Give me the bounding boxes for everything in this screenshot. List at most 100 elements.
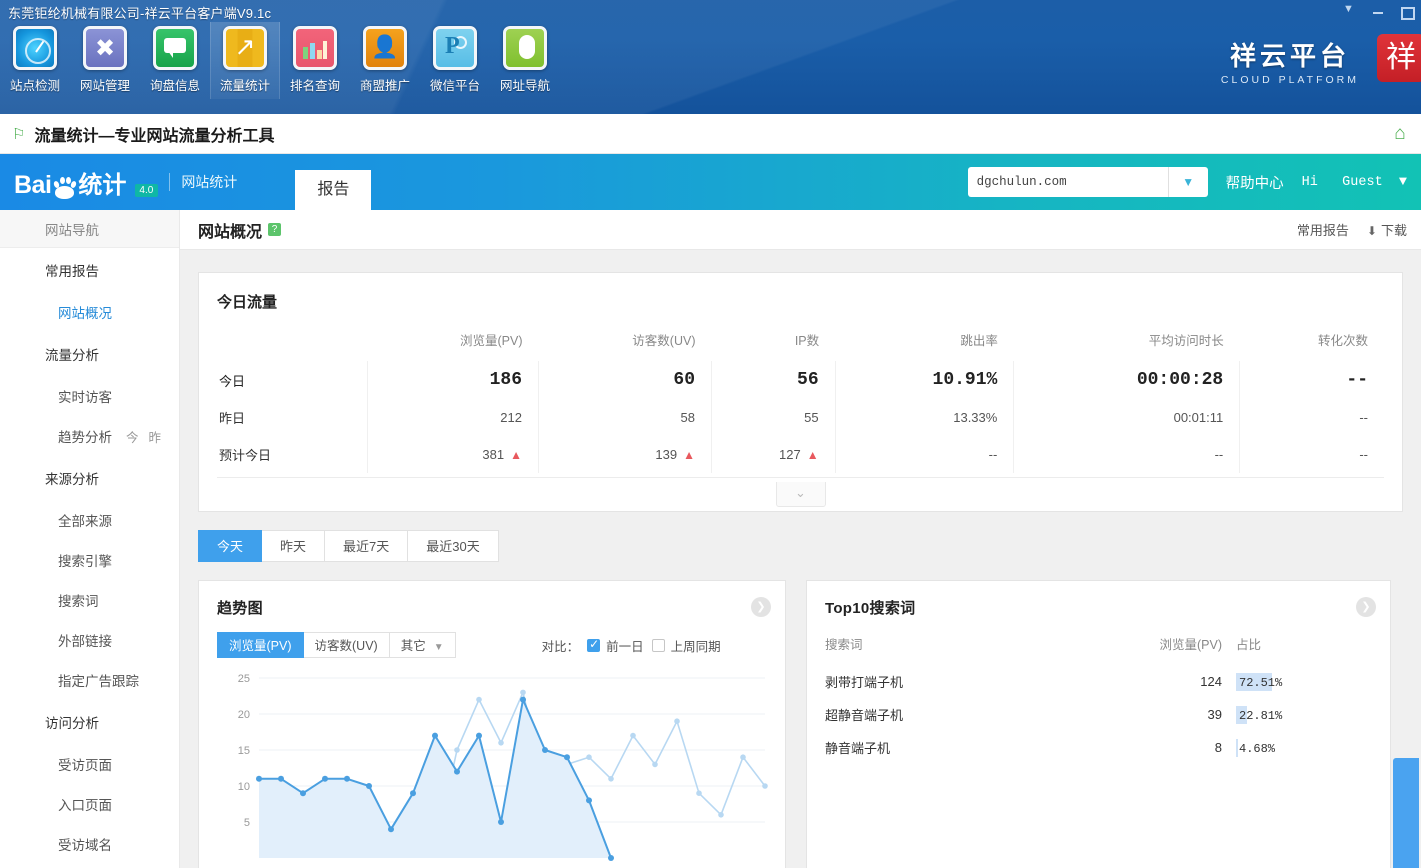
tab-last-30-days[interactable]: 最近30天: [408, 530, 499, 562]
toolbar-item-url-nav[interactable]: 网址导航: [490, 22, 560, 99]
checkbox-previous-day[interactable]: [587, 637, 601, 652]
download-icon: ⬇: [1366, 224, 1377, 238]
cell-share: 22.81%: [1222, 700, 1372, 733]
sidebar-item-click-map[interactable]: 页面点击图: [0, 864, 179, 868]
sidebar-group-traffic-analysis[interactable]: 流量分析: [0, 332, 179, 376]
help-icon[interactable]: ?: [268, 223, 282, 236]
sidebar-item-search-engines[interactable]: 搜索引擎: [0, 540, 179, 580]
toolbar-item-inquiry[interactable]: 询盘信息: [140, 22, 210, 99]
toolbar-item-rank-query[interactable]: 排名查询: [280, 22, 350, 99]
version-badge: 4.0: [135, 183, 159, 197]
toolbar-item-site-check[interactable]: 站点检测: [0, 22, 70, 99]
cell-search-term[interactable]: 超静音端子机: [825, 700, 1045, 733]
trend-panel-title: 趋势图: [217, 600, 263, 617]
sidebar-item-visited-domains[interactable]: 受访域名: [0, 824, 179, 864]
divider: [169, 173, 171, 191]
toolbar-item-site-manage[interactable]: 网站管理: [70, 22, 140, 99]
sub-banner: ⚐ 流量统计—专业网站流量分析工具 ⌂: [0, 114, 1421, 154]
col-bounce-rate: 跳出率: [960, 334, 998, 348]
cell-search-term[interactable]: 剥带打端子机: [825, 667, 1045, 700]
sidebar-group-visit-analysis[interactable]: 访问分析: [0, 700, 179, 744]
cell-avg-duration: 00:00:28: [1013, 361, 1240, 399]
toolbar-item-traffic-stats[interactable]: 流量统计: [210, 22, 280, 99]
cell-pv: 39: [1207, 707, 1222, 722]
tab-last-7-days[interactable]: 最近7天: [325, 530, 409, 562]
chevron-down-icon: ▼: [1167, 167, 1208, 197]
main-header: 网站概况 ? 常用报告 ⬇ 下载: [180, 210, 1421, 250]
trend-icon: [223, 26, 267, 70]
toolbar-item-alliance-promo[interactable]: 商盟推广: [350, 22, 420, 99]
arrow-up-icon: ▲: [683, 447, 695, 462]
sidebar-item-site-nav[interactable]: 网站导航: [0, 210, 179, 248]
baidu-bar-subtitle: 网站统计: [181, 174, 238, 190]
trend-shortcut-today[interactable]: 今: [126, 431, 139, 445]
col-avg-duration: 平均访问时长: [1148, 334, 1224, 348]
sidebar-item-site-overview[interactable]: 网站概况: [0, 292, 179, 332]
sidebar-item-trend-analysis[interactable]: 趋势分析今昨: [0, 416, 179, 456]
sidebar-group-common-report[interactable]: 常用报告: [0, 248, 179, 292]
sidebar-item-all-sources[interactable]: 全部来源: [0, 500, 179, 540]
bar-chart-icon: [293, 26, 337, 70]
sidebar-group-source-analysis[interactable]: 来源分析: [0, 456, 179, 500]
minimize-icon[interactable]: [1371, 4, 1385, 18]
arrow-right-icon[interactable]: ❯: [1356, 597, 1376, 617]
sidebar-item-ad-tracking[interactable]: 指定广告跟踪: [0, 660, 179, 700]
brand-name-cn: 祥云平台: [1229, 41, 1350, 71]
checkbox-same-period-last-week[interactable]: [651, 638, 665, 652]
sidebar-item-external-links[interactable]: 外部链接: [0, 620, 179, 660]
toolbar-label: 站点检测: [9, 79, 60, 93]
col-conversions: 转化次数: [1317, 334, 1368, 348]
share-bar: 72.51%: [1236, 672, 1285, 691]
metric-button-uv[interactable]: 访客数(UV): [303, 632, 390, 658]
compare-option-label: 前一日: [606, 639, 644, 654]
cell-avg-duration: --: [1013, 436, 1240, 473]
svg-text:15: 15: [238, 745, 250, 757]
baidu-paw-icon: [52, 176, 78, 199]
toolbar-label: 流量统计: [219, 79, 270, 93]
table-header-row: 搜索词 浏览量(PV) 占比: [825, 634, 1372, 667]
baidu-bar-right: dgchulun.com ▼ 帮助中心 Hi Guest ▼: [967, 167, 1421, 197]
maximize-icon[interactable]: [1399, 4, 1415, 20]
home-icon[interactable]: ⌂: [1389, 123, 1411, 145]
common-report-link[interactable]: 常用报告: [1297, 220, 1349, 239]
row-label-estimated: 预计今日: [219, 448, 272, 463]
radar-icon: [13, 26, 57, 70]
metric-button-other[interactable]: 其它 ▼: [389, 632, 456, 658]
share-bar: 4.68%: [1236, 738, 1282, 757]
sidebar-item-entry-pages[interactable]: 入口页面: [0, 784, 179, 824]
top10-panel-title: Top10搜索词: [825, 600, 916, 617]
feedback-side-tab[interactable]: [1393, 758, 1419, 868]
download-button[interactable]: ⬇ 下载: [1367, 220, 1407, 239]
people-icon: [363, 26, 407, 70]
trend-shortcut-yesterday[interactable]: 昨: [149, 431, 162, 445]
sidebar-item-realtime-visitors[interactable]: 实时访客: [0, 376, 179, 416]
tab-today[interactable]: 今天: [198, 530, 263, 562]
sidebar-item-landing-pages[interactable]: 受访页面: [0, 744, 179, 784]
baidu-bar-tabs: 报告: [295, 154, 372, 210]
tab-report[interactable]: 报告: [295, 170, 372, 210]
baidu-tongji-logo[interactable]: Bai 统计 4.0: [14, 165, 159, 200]
page-title: 网站概况: [198, 223, 263, 241]
cell-pv: 8: [1214, 740, 1222, 755]
trend-shortcuts[interactable]: 今昨: [126, 431, 171, 445]
today-traffic-title: 今日流量: [217, 294, 278, 311]
metric-button-pv[interactable]: 浏览量(PV): [217, 632, 304, 658]
compare-option-label: 上周同期: [670, 639, 721, 654]
cell-ip: 56: [711, 361, 836, 399]
skin-icon[interactable]: [1343, 3, 1357, 18]
cell-search-term[interactable]: 静音端子机: [825, 733, 1045, 766]
tab-yesterday[interactable]: 昨天: [262, 530, 326, 562]
arrow-right-icon[interactable]: ❯: [751, 597, 771, 617]
cell-bounce-rate: 13.33%: [834, 399, 1014, 436]
svg-text:10: 10: [238, 781, 250, 793]
compare-label: 对比：: [541, 639, 580, 654]
expand-more-button[interactable]: ⌄: [775, 482, 826, 507]
help-center-link[interactable]: 帮助中心: [1226, 172, 1284, 193]
cell-value: 381: [482, 447, 505, 462]
site-selector[interactable]: dgchulun.com ▼: [967, 167, 1208, 197]
toolbar-item-wechat[interactable]: 微信平台: [420, 22, 490, 99]
sidebar-item-search-terms[interactable]: 搜索词: [0, 580, 179, 620]
trend-chart-panel: 趋势图 ❯ 浏览量(PV) 访客数(UV) 其它 ▼ 对比： 前一日: [198, 580, 786, 868]
user-menu[interactable]: Hi Guest ▼: [1302, 175, 1407, 190]
window-title: 东莞钜纶机械有限公司-祥云平台客户端V9.1c: [8, 6, 272, 21]
